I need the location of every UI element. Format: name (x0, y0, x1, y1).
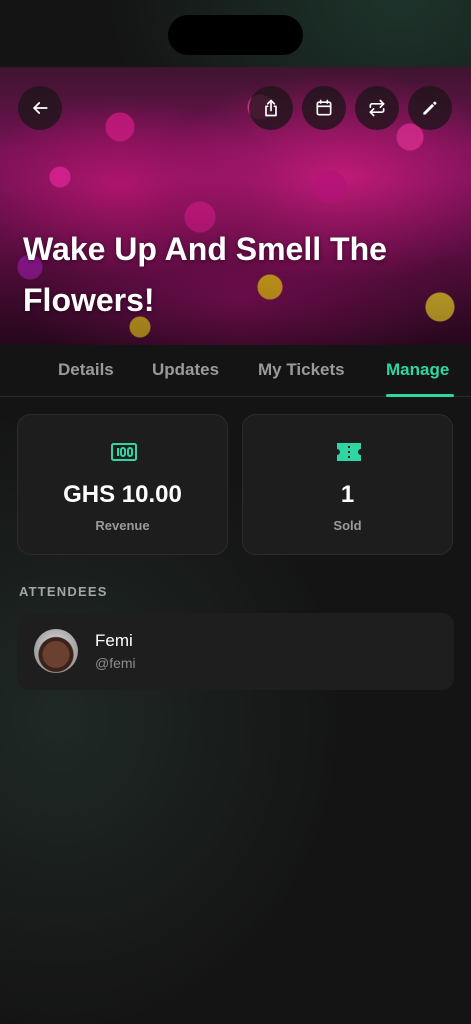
tab-details[interactable]: Details (58, 345, 114, 397)
ticket-icon (337, 443, 361, 461)
repeat-icon (369, 99, 385, 117)
sold-card: 1 Sold (242, 414, 453, 555)
active-tab-indicator (386, 394, 454, 397)
tab-my-tickets[interactable]: My Tickets (258, 345, 345, 397)
back-button[interactable] (18, 86, 62, 130)
attendee-handle: @femi (95, 655, 136, 671)
status-bar (0, 0, 471, 67)
revenue-card: GHS 10.00 Revenue (17, 414, 228, 555)
dynamic-island (168, 15, 303, 55)
cash-icon (111, 443, 137, 461)
edit-event-button[interactable] (408, 86, 452, 130)
sold-value: 1 (340, 481, 355, 508)
arrow-left-icon (33, 102, 48, 114)
calendar-icon (316, 99, 332, 116)
repost-button[interactable] (355, 86, 399, 130)
attendee-name: Femi (95, 631, 133, 650)
share-button[interactable] (249, 86, 293, 130)
add-to-calendar-button[interactable] (302, 86, 346, 130)
avatar (34, 629, 78, 673)
sold-label: Sold (333, 518, 362, 533)
revenue-value: GHS 10.00 (63, 481, 182, 508)
share-icon (265, 99, 277, 117)
event-tabs: Details Updates My Tickets Manage (0, 345, 471, 397)
revenue-label: Revenue (95, 518, 150, 533)
attendee-list-item[interactable]: Femi @femi (17, 613, 454, 690)
tab-updates[interactable]: Updates (152, 345, 219, 397)
event-title: Wake Up And Smell The Flowers! (23, 231, 387, 318)
pencil-icon (423, 101, 437, 115)
attendees-heading: ATTENDEES (19, 584, 108, 599)
tab-manage[interactable]: Manage (386, 345, 449, 397)
